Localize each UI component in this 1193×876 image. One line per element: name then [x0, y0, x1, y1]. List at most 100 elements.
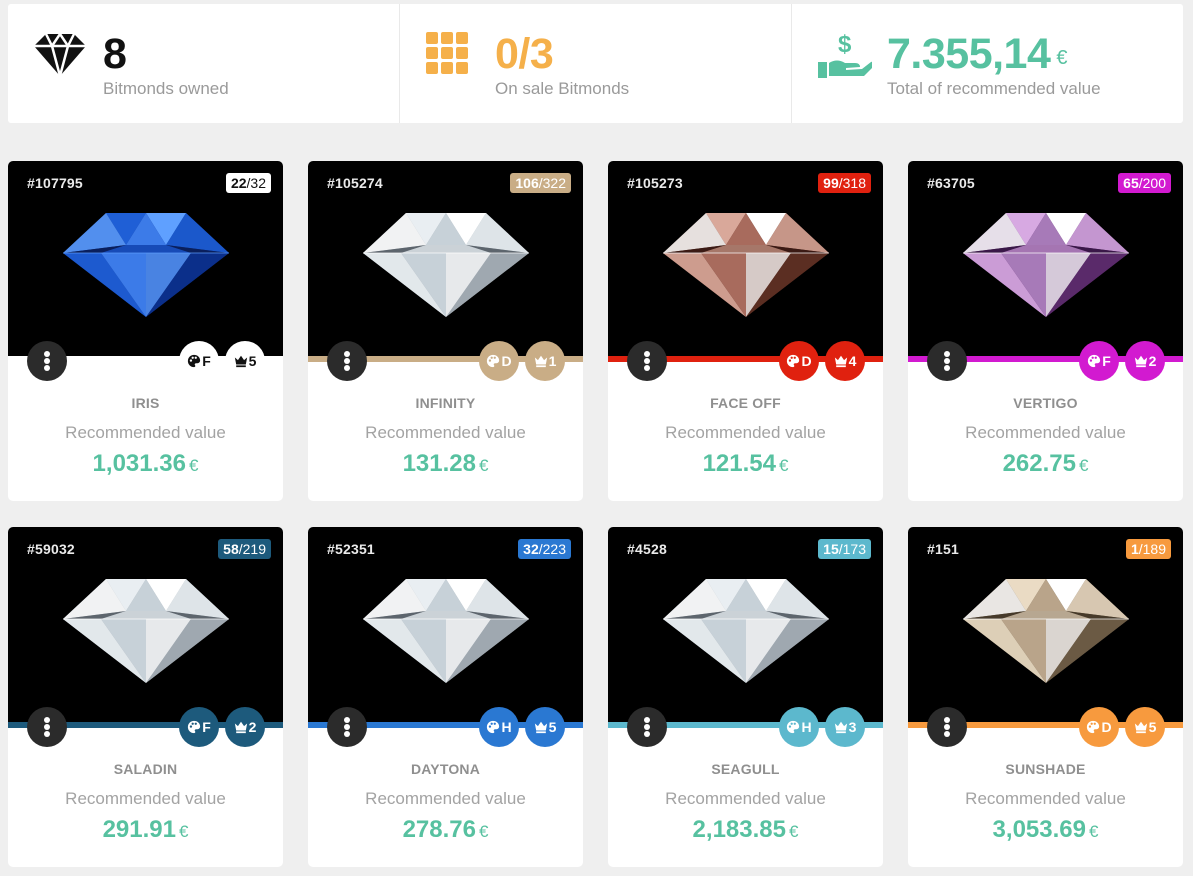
edition-number: 58: [223, 541, 239, 557]
bitmond-card[interactable]: #105274 106/322 D 1 INFINITY Recommended…: [308, 161, 583, 501]
card-image-area[interactable]: #4528 15/173: [608, 527, 883, 726]
edition-number: 22: [230, 175, 247, 191]
more-options-button[interactable]: [27, 707, 67, 747]
rank-value: 4: [848, 353, 857, 369]
stat-total-value: $ 7.355,14 € Total of recommended value: [791, 4, 1183, 123]
edition-badge: 15/173: [818, 539, 871, 559]
edition-badge: 58/219: [218, 539, 271, 559]
bitmond-id: #105274: [327, 175, 383, 191]
card-image-area[interactable]: #63705 65/200: [908, 161, 1183, 360]
color-grade: H: [501, 719, 512, 735]
edition-total: /223: [538, 541, 566, 557]
rank-badge: 1: [525, 341, 565, 381]
recommended-label: Recommended value: [665, 789, 826, 808]
price-amount: 2,183.85: [692, 816, 786, 843]
card-image-area[interactable]: #107795 22/32: [8, 161, 283, 360]
card-image-area[interactable]: #105273 99/318: [608, 161, 883, 360]
price-amount: 1,031.36: [92, 450, 186, 477]
rank-value: 2: [1148, 353, 1157, 369]
bitmond-id: #52351: [327, 541, 375, 557]
bitmond-card[interactable]: #107795 22/32 F 5 IRIS Recommended value…: [8, 161, 283, 501]
card-image-area[interactable]: #52351 32/223: [308, 527, 583, 726]
edition-number: 32: [523, 541, 539, 557]
on-sale-count: 0/3: [495, 30, 554, 78]
bitmond-card[interactable]: #4528 15/173 H 3 SEAGULL Recommended val…: [608, 527, 883, 867]
diamond-image: [963, 579, 1129, 683]
on-sale-label: On sale Bitmonds: [495, 79, 630, 98]
more-options-button[interactable]: [627, 341, 667, 381]
price-currency: €: [1088, 822, 1099, 841]
edition-number: 15: [823, 541, 839, 557]
card-image-area[interactable]: #105274 106/322: [308, 161, 583, 360]
color-grade-badge: F: [179, 707, 219, 747]
bitmond-id: #107795: [27, 175, 83, 191]
bitmond-id: #151: [927, 541, 959, 557]
bitmond-id: #63705: [927, 175, 975, 191]
bitmond-card[interactable]: #63705 65/200 F 2 VERTIGO Recommended va…: [908, 161, 1183, 501]
rank-badge: 5: [1125, 707, 1165, 747]
recommended-label: Recommended value: [65, 423, 226, 442]
recommended-value: 291.91 €: [8, 816, 283, 844]
more-options-button[interactable]: [27, 341, 67, 381]
color-grade: F: [1102, 353, 1111, 369]
palette-icon: [1087, 720, 1100, 734]
card-image-area[interactable]: #59032 58/219: [8, 527, 283, 726]
rank-badge: 2: [1125, 341, 1165, 381]
color-grade-badge: D: [479, 341, 519, 381]
diamond-image: [363, 213, 529, 317]
more-options-button[interactable]: [927, 707, 967, 747]
crown-icon: [834, 721, 847, 734]
color-grade-badge: H: [779, 707, 819, 747]
crown-icon: [834, 355, 847, 368]
color-grade: F: [202, 719, 211, 735]
crown-icon: [1134, 355, 1147, 368]
stat-owned: 8 Bitmonds owned: [8, 4, 399, 123]
bitmond-card[interactable]: #151 1/189 D 5 SUNSHADE Recommended valu…: [908, 527, 1183, 867]
rank-value: 1: [548, 353, 557, 369]
edition-total: /173: [838, 541, 866, 557]
recommended-value: 121.54 €: [608, 450, 883, 478]
color-grade: D: [801, 353, 812, 369]
edition-badge: 99/318: [818, 173, 871, 193]
card-image-area[interactable]: #151 1/189: [908, 527, 1183, 726]
bitmond-card[interactable]: #52351 32/223 H 5 DAYTONA Recommended va…: [308, 527, 583, 867]
more-options-button[interactable]: [327, 707, 367, 747]
rank-value: 5: [1148, 719, 1157, 735]
edition-number: 106: [515, 175, 539, 191]
more-options-button[interactable]: [627, 707, 667, 747]
bitmond-card[interactable]: #59032 58/219 F 2 SALADIN Recommended va…: [8, 527, 283, 867]
recommended-value: 262.75 €: [908, 450, 1183, 478]
palette-icon: [787, 354, 800, 368]
price-currency: €: [788, 822, 799, 841]
recommended-value: 131.28 €: [308, 450, 583, 478]
bitmond-name: DAYTONA: [410, 761, 481, 777]
color-grade: D: [1101, 719, 1112, 735]
edition-total: /32: [246, 175, 266, 191]
price-currency: €: [478, 456, 489, 475]
recommended-label: Recommended value: [365, 423, 526, 442]
more-options-button[interactable]: [927, 341, 967, 381]
more-options-button[interactable]: [327, 341, 367, 381]
bitmond-name: SEAGULL: [711, 761, 780, 777]
price-amount: 278.76: [402, 816, 476, 843]
price-amount: 291.91: [102, 816, 176, 843]
bitmond-name: IRIS: [131, 395, 160, 411]
grid-icon: [426, 32, 468, 74]
diamond-image: [63, 213, 229, 317]
color-grade: D: [501, 353, 512, 369]
edition-total: /189: [1138, 541, 1166, 557]
bitmond-id: #4528: [627, 541, 667, 557]
diamond-image: [663, 579, 829, 683]
edition-badge: 65/200: [1118, 173, 1171, 193]
color-grade-badge: F: [1079, 341, 1119, 381]
rank-badge: 5: [525, 707, 565, 747]
bitmond-card[interactable]: #105273 99/318 D 4 FACE OFF Recommended …: [608, 161, 883, 501]
bitmond-name: INFINITY: [415, 395, 476, 411]
diamond-image: [63, 579, 229, 683]
hand-money-icon: $: [818, 31, 872, 78]
recommended-value: 1,031.36 €: [8, 450, 283, 478]
total-label: Total of recommended value: [887, 79, 1101, 98]
palette-icon: [487, 354, 500, 368]
rank-badge: 2: [225, 707, 265, 747]
bitmond-name: SALADIN: [113, 761, 178, 777]
